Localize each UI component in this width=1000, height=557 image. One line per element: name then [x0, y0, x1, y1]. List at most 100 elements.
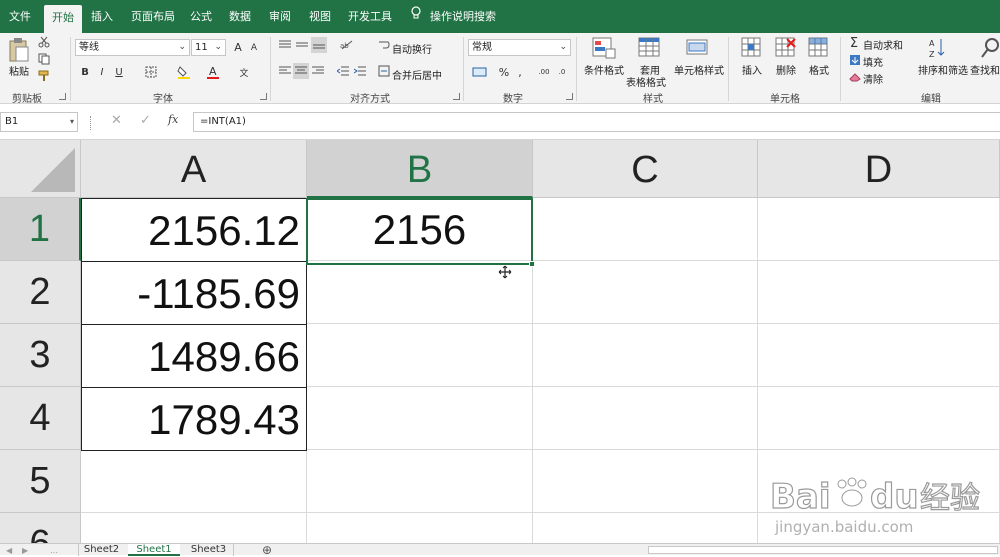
cell-b3[interactable] [307, 324, 533, 387]
row-header-2[interactable]: 2 [0, 261, 81, 324]
format-painter-icon[interactable] [37, 69, 51, 83]
tab-review[interactable]: 审阅 [262, 6, 298, 28]
align-middle-icon[interactable] [295, 39, 309, 51]
insert-cells-icon[interactable] [741, 37, 763, 63]
font-name-select[interactable]: 等线 ⌄ [75, 39, 190, 56]
delete-cells-button[interactable]: 删除 [776, 62, 796, 77]
delete-cells-icon[interactable] [775, 37, 797, 63]
cell-d4[interactable] [758, 387, 1000, 450]
alignment-launcher-icon[interactable] [453, 93, 460, 100]
tell-me-search[interactable]: 操作说明搜索 [428, 6, 498, 28]
formula-input[interactable]: =INT(A1) [193, 112, 1000, 132]
row-header-5[interactable]: 5 [0, 450, 81, 513]
conditional-formatting-icon[interactable] [592, 37, 616, 63]
sigma-icon[interactable]: Σ [848, 36, 860, 51]
number-format-select[interactable]: 常规 ⌄ [468, 39, 571, 56]
find-icon[interactable] [980, 37, 1000, 63]
phonetic-icon[interactable]: 文 [236, 65, 252, 79]
comma-button[interactable]: , [515, 65, 525, 79]
copy-icon[interactable] [37, 52, 51, 66]
row-header-4[interactable]: 4 [0, 387, 81, 450]
cell-b4[interactable] [307, 387, 533, 450]
insert-cells-button[interactable]: 插入 [742, 62, 762, 77]
currency-icon[interactable] [470, 65, 490, 79]
merge-center-button[interactable]: 合并后居中 [392, 67, 442, 82]
orientation-icon[interactable]: ab [338, 39, 358, 51]
row-header-3[interactable]: 3 [0, 324, 81, 387]
column-header-d[interactable]: D [758, 140, 1000, 198]
enter-icon[interactable]: ✓ [140, 113, 151, 128]
cell-a5[interactable] [81, 450, 307, 513]
cell-d2[interactable] [758, 261, 1000, 324]
cell-d3[interactable] [758, 324, 1000, 387]
cancel-icon[interactable]: ✕ [111, 113, 122, 128]
tab-data[interactable]: 数据 [222, 6, 258, 28]
fill-down-icon[interactable] [849, 54, 861, 66]
tab-page-layout[interactable]: 页面布局 [124, 6, 182, 28]
cell-c5[interactable] [533, 450, 758, 513]
select-all-corner[interactable] [0, 140, 81, 198]
sort-filter-button[interactable]: 排序和筛选 [918, 62, 968, 77]
fill-button[interactable]: 填充 [863, 54, 883, 69]
align-right-icon[interactable] [311, 65, 325, 77]
number-launcher-icon[interactable] [566, 93, 573, 100]
cell-b6[interactable] [307, 513, 533, 543]
fill-handle[interactable] [529, 261, 535, 267]
decrease-decimal-icon[interactable]: .0 [554, 65, 570, 79]
cell-d1[interactable] [758, 198, 1000, 261]
borders-icon[interactable] [143, 65, 159, 79]
increase-indent-icon[interactable] [353, 65, 367, 77]
fill-color-icon[interactable] [176, 65, 192, 79]
cell-c3[interactable] [533, 324, 758, 387]
prev-sheet-icon[interactable]: ◀ [6, 546, 12, 555]
bold-button[interactable]: B [78, 65, 92, 79]
cell-d6[interactable] [758, 513, 1000, 543]
cell-a4[interactable]: 1789.43 [81, 387, 307, 451]
align-top-icon[interactable] [278, 39, 292, 51]
cell-styles-button[interactable]: 单元格样式 [674, 62, 724, 77]
decrease-indent-icon[interactable] [336, 65, 350, 77]
tab-insert[interactable]: 插入 [84, 6, 120, 28]
cell-c4[interactable] [533, 387, 758, 450]
font-size-select[interactable]: 11 ⌄ [191, 39, 226, 56]
column-header-c[interactable]: C [533, 140, 758, 198]
name-box[interactable]: B1 ▾ [0, 112, 78, 132]
tab-home[interactable]: 开始 [44, 5, 82, 33]
format-cells-icon[interactable] [808, 37, 830, 63]
italic-button[interactable]: I [95, 65, 109, 79]
cell-styles-icon[interactable] [686, 37, 710, 63]
row-header-1[interactable]: 1 [0, 198, 81, 261]
more-sheets-icon[interactable]: … [50, 546, 58, 555]
sort-filter-icon[interactable]: AZ [928, 37, 950, 65]
cell-c2[interactable] [533, 261, 758, 324]
percent-button[interactable]: % [497, 65, 511, 79]
align-center-icon[interactable] [293, 63, 309, 79]
column-header-b[interactable]: B [307, 140, 533, 198]
wrap-text-icon[interactable] [378, 39, 390, 51]
cell-a3[interactable]: 1489.66 [81, 324, 307, 388]
shrink-font-button[interactable]: A [247, 41, 261, 55]
paste-button[interactable]: 粘贴 [9, 63, 29, 78]
row-header-6[interactable]: 6 [0, 513, 81, 543]
sheet-tab-sheet1[interactable]: Sheet1 [128, 544, 180, 556]
format-cells-button[interactable]: 格式 [809, 62, 829, 77]
cell-c1[interactable] [533, 198, 758, 261]
clear-button[interactable]: 清除 [863, 71, 883, 86]
align-left-icon[interactable] [278, 65, 292, 77]
grow-font-button[interactable]: A [231, 40, 245, 54]
autosum-button[interactable]: 自动求和 [863, 37, 903, 52]
cell-a2[interactable]: -1185.69 [81, 261, 307, 325]
tab-file[interactable]: 文件 [0, 6, 40, 28]
tab-formulas[interactable]: 公式 [184, 6, 218, 28]
sheet-tab-sheet3[interactable]: Sheet3 [184, 544, 234, 556]
format-as-table-line2[interactable]: 表格格式 [626, 74, 666, 89]
wrap-text-button[interactable]: 自动换行 [392, 41, 432, 56]
merge-center-icon[interactable] [378, 65, 390, 77]
cut-icon[interactable] [37, 35, 51, 49]
cell-b5[interactable] [307, 450, 533, 513]
cell-a1[interactable]: 2156.12 [81, 198, 307, 262]
increase-decimal-icon[interactable]: .00 [536, 65, 552, 79]
cell-c6[interactable] [533, 513, 758, 543]
horizontal-scrollbar[interactable] [648, 546, 998, 554]
underline-button[interactable]: U [112, 65, 126, 79]
